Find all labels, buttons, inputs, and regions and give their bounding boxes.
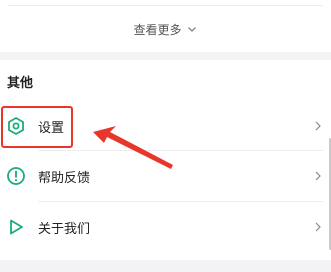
- section-title: 其他: [7, 76, 34, 91]
- see-more-label: 查看更多: [133, 22, 182, 37]
- help-exclamation-icon: [6, 166, 26, 186]
- chevron-right-icon: [315, 222, 321, 232]
- highlight-box: [1, 106, 73, 148]
- divider: [8, 5, 323, 6]
- see-more-button[interactable]: 查看更多: [0, 19, 331, 39]
- help-feedback-item[interactable]: 帮助反馈: [0, 151, 331, 201]
- about-us-label: 关于我们: [38, 221, 91, 237]
- more-card: 查看更多: [0, 0, 331, 52]
- chevron-right-icon: [315, 121, 321, 131]
- help-feedback-label: 帮助反馈: [38, 170, 91, 186]
- about-play-icon: [6, 217, 26, 237]
- about-us-item[interactable]: 关于我们: [0, 202, 331, 252]
- page: 查看更多 其他 设置 帮助反馈 关于我们: [0, 0, 331, 272]
- chevron-down-icon: [187, 27, 196, 32]
- chevron-right-icon: [315, 171, 321, 181]
